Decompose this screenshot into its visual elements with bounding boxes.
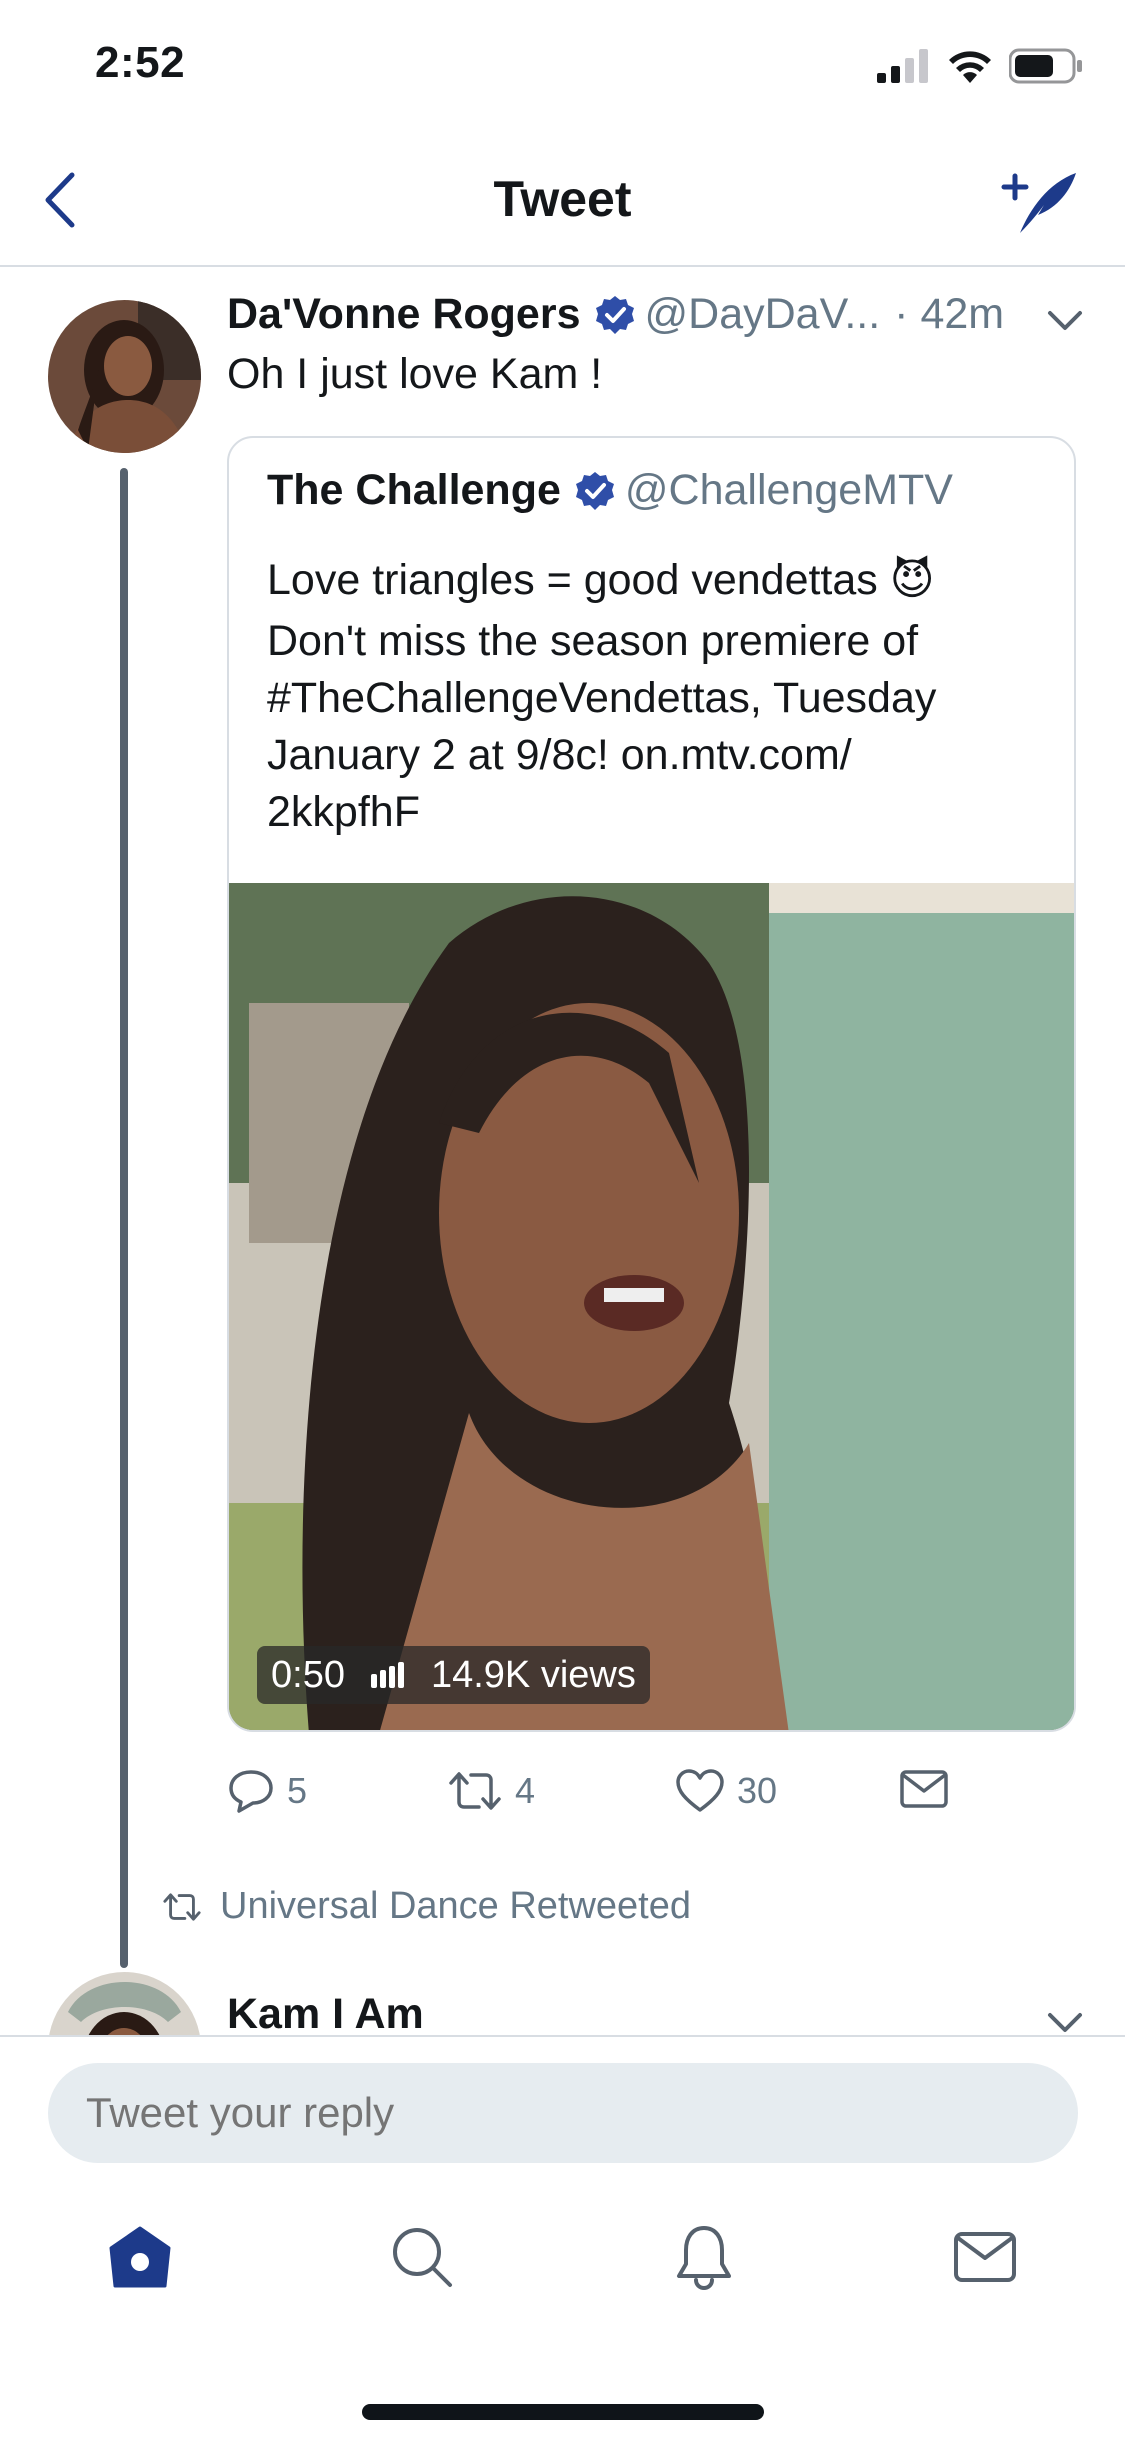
author-avatar[interactable]: [48, 300, 201, 453]
wifi-icon: [949, 51, 991, 83]
tab-home[interactable]: [85, 2202, 195, 2312]
like-icon: [676, 1769, 724, 1812]
status-icons: [877, 46, 1083, 86]
tab-notifications[interactable]: [649, 2202, 759, 2312]
reply-button[interactable]: 5: [227, 1768, 307, 1814]
signal-icon: [877, 49, 928, 83]
verified-badge-icon: [575, 471, 614, 510]
chevron-down-icon: [1048, 2013, 1082, 2032]
video-views: 14.9K views: [430, 1653, 636, 1696]
retweet-button[interactable]: 4: [447, 1768, 535, 1814]
quoted-text-line: 2kkpfhF: [267, 788, 420, 836]
retweet-icon: [163, 1892, 201, 1921]
quoted-text: Love triangles = good vendettas 😈 Don't …: [267, 546, 1057, 841]
like-count: 30: [737, 1770, 778, 1811]
compose-tweet-icon: [1001, 172, 1076, 233]
next-author-name[interactable]: Kam I Am: [227, 1990, 424, 2039]
retweet-banner-text: Universal Dance Retweeted: [220, 1885, 692, 1927]
reply-and-tab-bar: [0, 2035, 1125, 2438]
author-handle[interactable]: @DayDaV...: [645, 290, 881, 339]
home-icon: [109, 2226, 171, 2288]
messages-icon: [954, 2232, 1016, 2282]
retweet-banner[interactable]: Universal Dance Retweeted: [162, 1885, 691, 1928]
video-info-overlay: 0:50 14.9K views: [257, 1646, 650, 1704]
status-time: 2:52: [95, 38, 186, 87]
search-icon: [393, 2228, 452, 2287]
quoted-text-line: Don't miss the season premiere of: [267, 617, 919, 665]
reply-count: 5: [287, 1770, 308, 1811]
tweet-actions: 5 4 30: [227, 1768, 987, 1828]
tweet-text: Oh I just love Kam !: [227, 350, 603, 398]
author-name[interactable]: Da'Vonne Rogers: [227, 290, 581, 339]
tweet-time: · 42m: [894, 290, 1005, 338]
quoted-handle: @ChallengeMTV: [624, 466, 953, 514]
quoted-text-line: Love triangles = good vendettas 😈: [267, 556, 935, 604]
home-indicator: [362, 2404, 764, 2420]
thread-line: [120, 468, 128, 1968]
compose-tweet-button[interactable]: [995, 165, 1085, 240]
tweet-author-line: Da'Vonne Rogers @DayDaV... · 42m: [227, 290, 1004, 339]
like-button[interactable]: 30: [675, 1768, 777, 1814]
quoted-author-line: The Challenge @ChallengeMTV: [267, 466, 953, 515]
notifications-icon: [677, 2226, 731, 2290]
share-dm-icon: [900, 1770, 948, 1808]
reply-icon: [229, 1770, 273, 1813]
page-title: Tweet: [493, 171, 632, 227]
retweet-count: 4: [515, 1770, 536, 1811]
tab-messages[interactable]: [930, 2202, 1040, 2312]
chevron-down-icon: [1048, 311, 1082, 330]
quoted-video[interactable]: 0:50 14.9K views: [229, 883, 1074, 1730]
verified-badge-icon: [595, 295, 634, 334]
reply-input[interactable]: [48, 2063, 1078, 2163]
battery-icon: [1009, 48, 1082, 84]
video-thumbnail: [229, 883, 1074, 1730]
quoted-text-line: January 2 at 9/8c! on.mtv.com/: [267, 731, 852, 779]
retweet-icon: [449, 1772, 501, 1810]
tweet-options-button[interactable]: [1047, 310, 1083, 337]
video-duration: 0:50: [271, 1653, 345, 1696]
tab-search[interactable]: [367, 2202, 477, 2312]
quoted-tweet-card[interactable]: The Challenge @ChallengeMTV Love triangl…: [227, 436, 1076, 1732]
avatar-image: [48, 300, 201, 453]
share-dm-button[interactable]: [899, 1768, 949, 1810]
views-bars-icon: [370, 1662, 404, 1688]
quoted-author-name: The Challenge: [267, 466, 561, 514]
tab-bar: [0, 2202, 1125, 2332]
quoted-text-line: #TheChallengeVendettas, Tuesday: [267, 674, 937, 722]
